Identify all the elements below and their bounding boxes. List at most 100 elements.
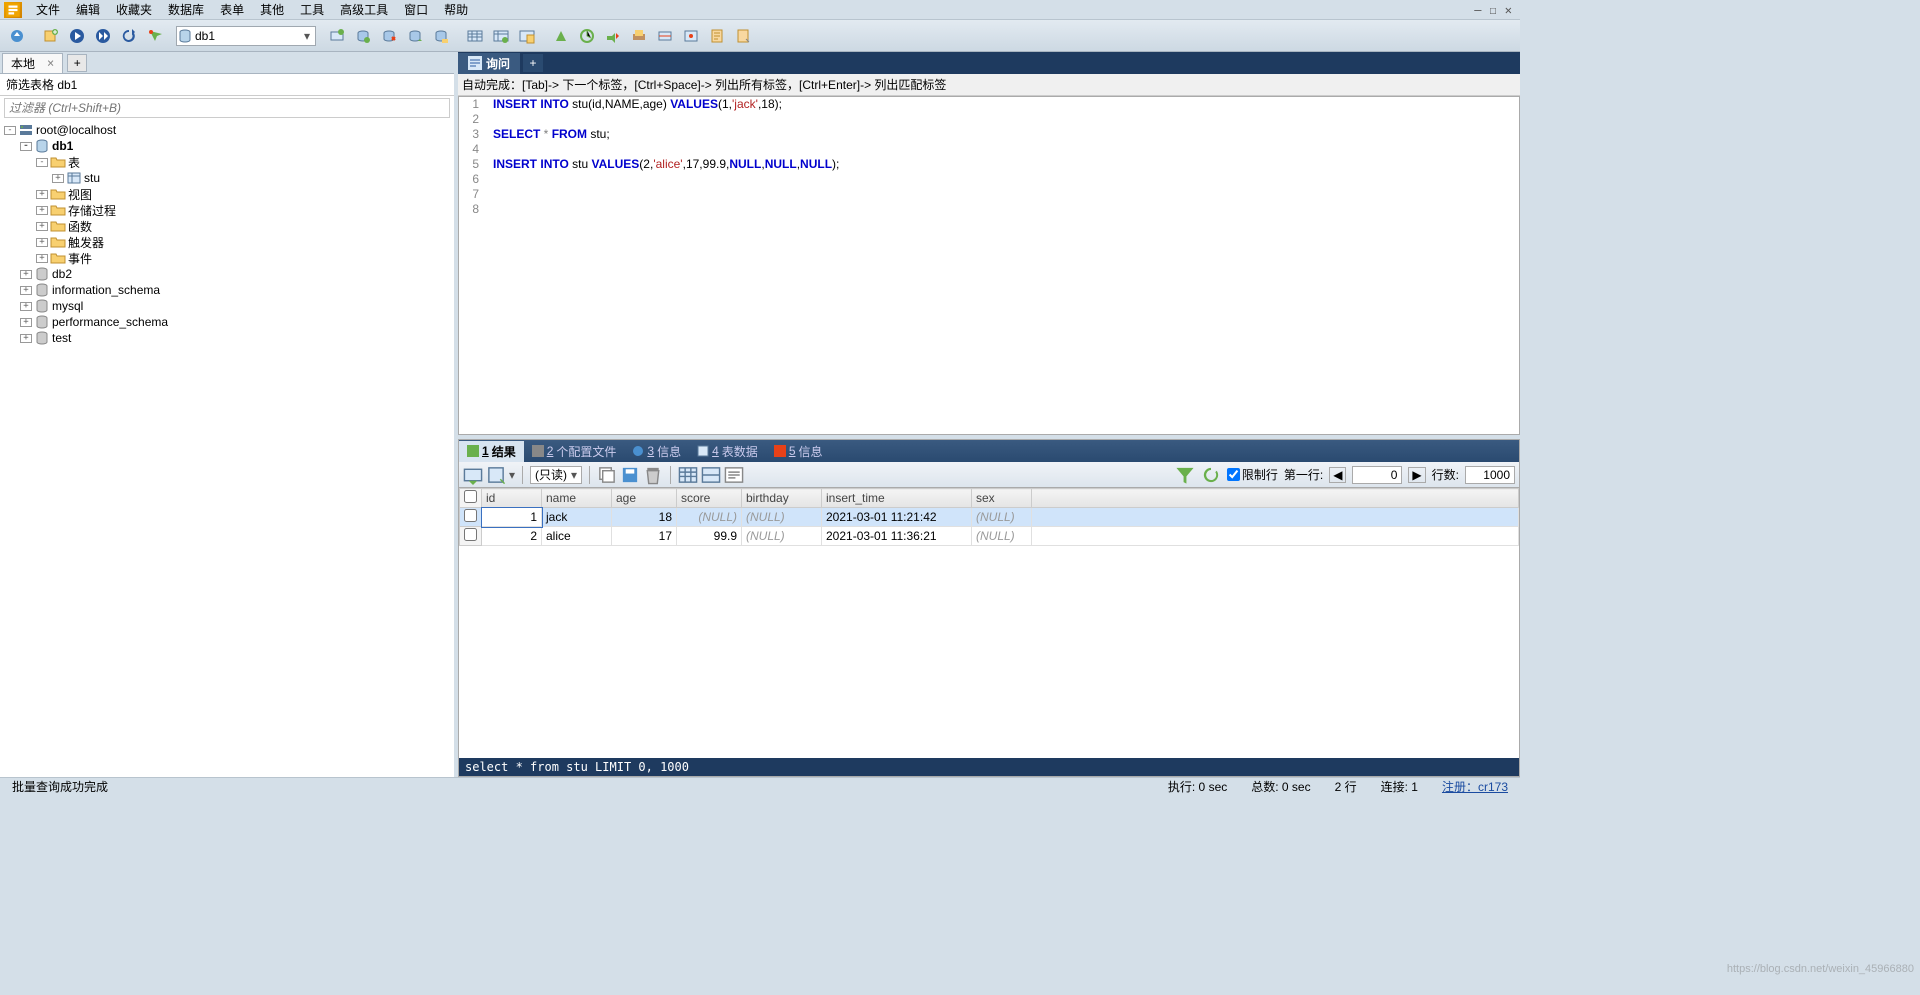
tree-events-node[interactable]: +事件 (0, 250, 454, 266)
database-selector[interactable]: db1 ▾ (176, 26, 316, 46)
connection-tab[interactable]: 本地 × (2, 53, 63, 73)
readonly-selector[interactable]: (只读)▾ (530, 466, 582, 484)
grid-export-button[interactable] (486, 465, 506, 485)
menu-tools[interactable]: 工具 (292, 0, 332, 20)
tree-triggers-node[interactable]: +触发器 (0, 234, 454, 250)
grid-col-id[interactable]: id (482, 489, 542, 508)
table-icon (66, 171, 82, 185)
add-query-tab-button[interactable]: + (523, 54, 543, 72)
format-button[interactable] (144, 25, 166, 47)
tree-funcs-node[interactable]: +函数 (0, 218, 454, 234)
first-row-input[interactable] (1352, 466, 1402, 484)
refresh-grid-button[interactable] (1201, 465, 1221, 485)
tree-stu-node[interactable]: +stu (0, 170, 454, 186)
tree-infoschema-node[interactable]: +information_schema (0, 282, 454, 298)
limit-rows-checkbox[interactable]: 限制行 (1227, 466, 1278, 483)
menu-file[interactable]: 文件 (28, 0, 68, 20)
object-tree[interactable]: -root@localhost -db1 -表 +stu +视图 +存储过程 +… (0, 120, 454, 777)
grid-col-sex[interactable]: sex (972, 489, 1032, 508)
tree-mysql-node[interactable]: +mysql (0, 298, 454, 314)
database-icon (177, 29, 193, 43)
result-tab-info2[interactable]: 5 信息 (766, 441, 831, 462)
dropdown-arrow-icon[interactable]: ▾ (299, 29, 315, 43)
sql-editor[interactable]: 12345678 INSERT INTO stu(id,NAME,age) VA… (458, 96, 1520, 435)
menu-favorites[interactable]: 收藏夹 (108, 0, 160, 20)
table-btn-1[interactable] (464, 25, 486, 47)
grid-col-score[interactable]: score (677, 489, 742, 508)
tree-procs-node[interactable]: +存储过程 (0, 202, 454, 218)
table-row[interactable]: 1 jack 18 (NULL) (NULL) 2021-03-01 11:21… (460, 508, 1519, 527)
next-page-button[interactable]: ▶ (1408, 467, 1425, 483)
maximize-button[interactable]: ☐ (1490, 3, 1497, 17)
menu-table[interactable]: 表单 (212, 0, 252, 20)
tool-btn-1[interactable] (326, 25, 348, 47)
close-tab-icon[interactable]: × (47, 56, 54, 70)
rows-input[interactable] (1465, 466, 1515, 484)
grid-check-all[interactable] (460, 489, 482, 508)
refresh-button[interactable] (118, 25, 140, 47)
tree-perfschema-node[interactable]: +performance_schema (0, 314, 454, 330)
save-button[interactable] (620, 465, 640, 485)
menu-edit[interactable]: 编辑 (68, 0, 108, 20)
prev-page-button[interactable]: ◀ (1329, 467, 1346, 483)
menu-other[interactable]: 其他 (252, 0, 292, 20)
menu-window[interactable]: 窗口 (396, 0, 436, 20)
result-tab-info1[interactable]: 3 信息 (624, 441, 689, 462)
tree-root-node[interactable]: -root@localhost (0, 122, 454, 138)
result-data-grid[interactable]: id name age score birthday insert_time s… (459, 488, 1519, 758)
grid-col-age[interactable]: age (612, 489, 677, 508)
tool-btn-4[interactable] (404, 25, 426, 47)
grid-col-birthday[interactable]: birthday (742, 489, 822, 508)
tree-tables-node[interactable]: -表 (0, 154, 454, 170)
misc-btn-1[interactable] (550, 25, 572, 47)
query-tab[interactable]: 询问 (458, 53, 521, 74)
copy-button[interactable] (597, 465, 617, 485)
misc-btn-2[interactable] (576, 25, 598, 47)
add-connection-tab-button[interactable]: + (67, 54, 87, 72)
misc-btn-4[interactable] (628, 25, 650, 47)
tool-btn-3[interactable] (378, 25, 400, 47)
menu-database[interactable]: 数据库 (160, 0, 212, 20)
view-form-button[interactable] (701, 465, 721, 485)
delete-button[interactable] (643, 465, 663, 485)
table-btn-2[interactable] (490, 25, 512, 47)
filter-input[interactable] (4, 98, 450, 118)
result-tab-tabledata[interactable]: 4 表数据 (689, 441, 766, 462)
grid-col-name[interactable]: name (542, 489, 612, 508)
menu-help[interactable]: 帮助 (436, 0, 476, 20)
close-button[interactable]: ✕ (1505, 3, 1512, 17)
misc-btn-6[interactable] (680, 25, 702, 47)
folder-icon (50, 219, 66, 233)
folder-icon (50, 235, 66, 249)
database-icon (34, 283, 50, 297)
tree-test-node[interactable]: +test (0, 330, 454, 346)
filter-button[interactable] (1175, 465, 1195, 485)
grid-nav-button[interactable] (463, 465, 483, 485)
misc-btn-8[interactable] (732, 25, 754, 47)
misc-btn-5[interactable] (654, 25, 676, 47)
execute-query-button[interactable] (66, 25, 88, 47)
folder-icon (50, 155, 66, 169)
result-tab-profile[interactable]: 2 个配置文件 (524, 441, 625, 462)
misc-btn-7[interactable] (706, 25, 728, 47)
tree-views-node[interactable]: +视图 (0, 186, 454, 202)
table-btn-3[interactable] (516, 25, 538, 47)
result-tab-results[interactable]: 1 结果 (459, 441, 524, 462)
tree-db1-node[interactable]: -db1 (0, 138, 454, 154)
grid-col-insert-time[interactable]: insert_time (822, 489, 972, 508)
tree-db2-node[interactable]: +db2 (0, 266, 454, 282)
table-row[interactable]: 2 alice 17 99.9 (NULL) 2021-03-01 11:36:… (460, 527, 1519, 546)
execute-all-button[interactable] (92, 25, 114, 47)
view-text-button[interactable] (724, 465, 744, 485)
tool-btn-5[interactable] (430, 25, 452, 47)
new-query-button[interactable] (40, 25, 62, 47)
menu-advanced-tools[interactable]: 高级工具 (332, 0, 396, 20)
status-registration[interactable]: 注册：cr173 (1430, 778, 1520, 795)
code-content[interactable]: INSERT INTO stu(id,NAME,age) VALUES(1,'j… (483, 97, 839, 434)
minimize-button[interactable]: — (1474, 3, 1481, 17)
new-connection-button[interactable] (6, 25, 28, 47)
misc-btn-3[interactable] (602, 25, 624, 47)
tool-btn-2[interactable] (352, 25, 374, 47)
view-grid-button[interactable] (678, 465, 698, 485)
window-controls: — ☐ ✕ (1474, 3, 1520, 17)
